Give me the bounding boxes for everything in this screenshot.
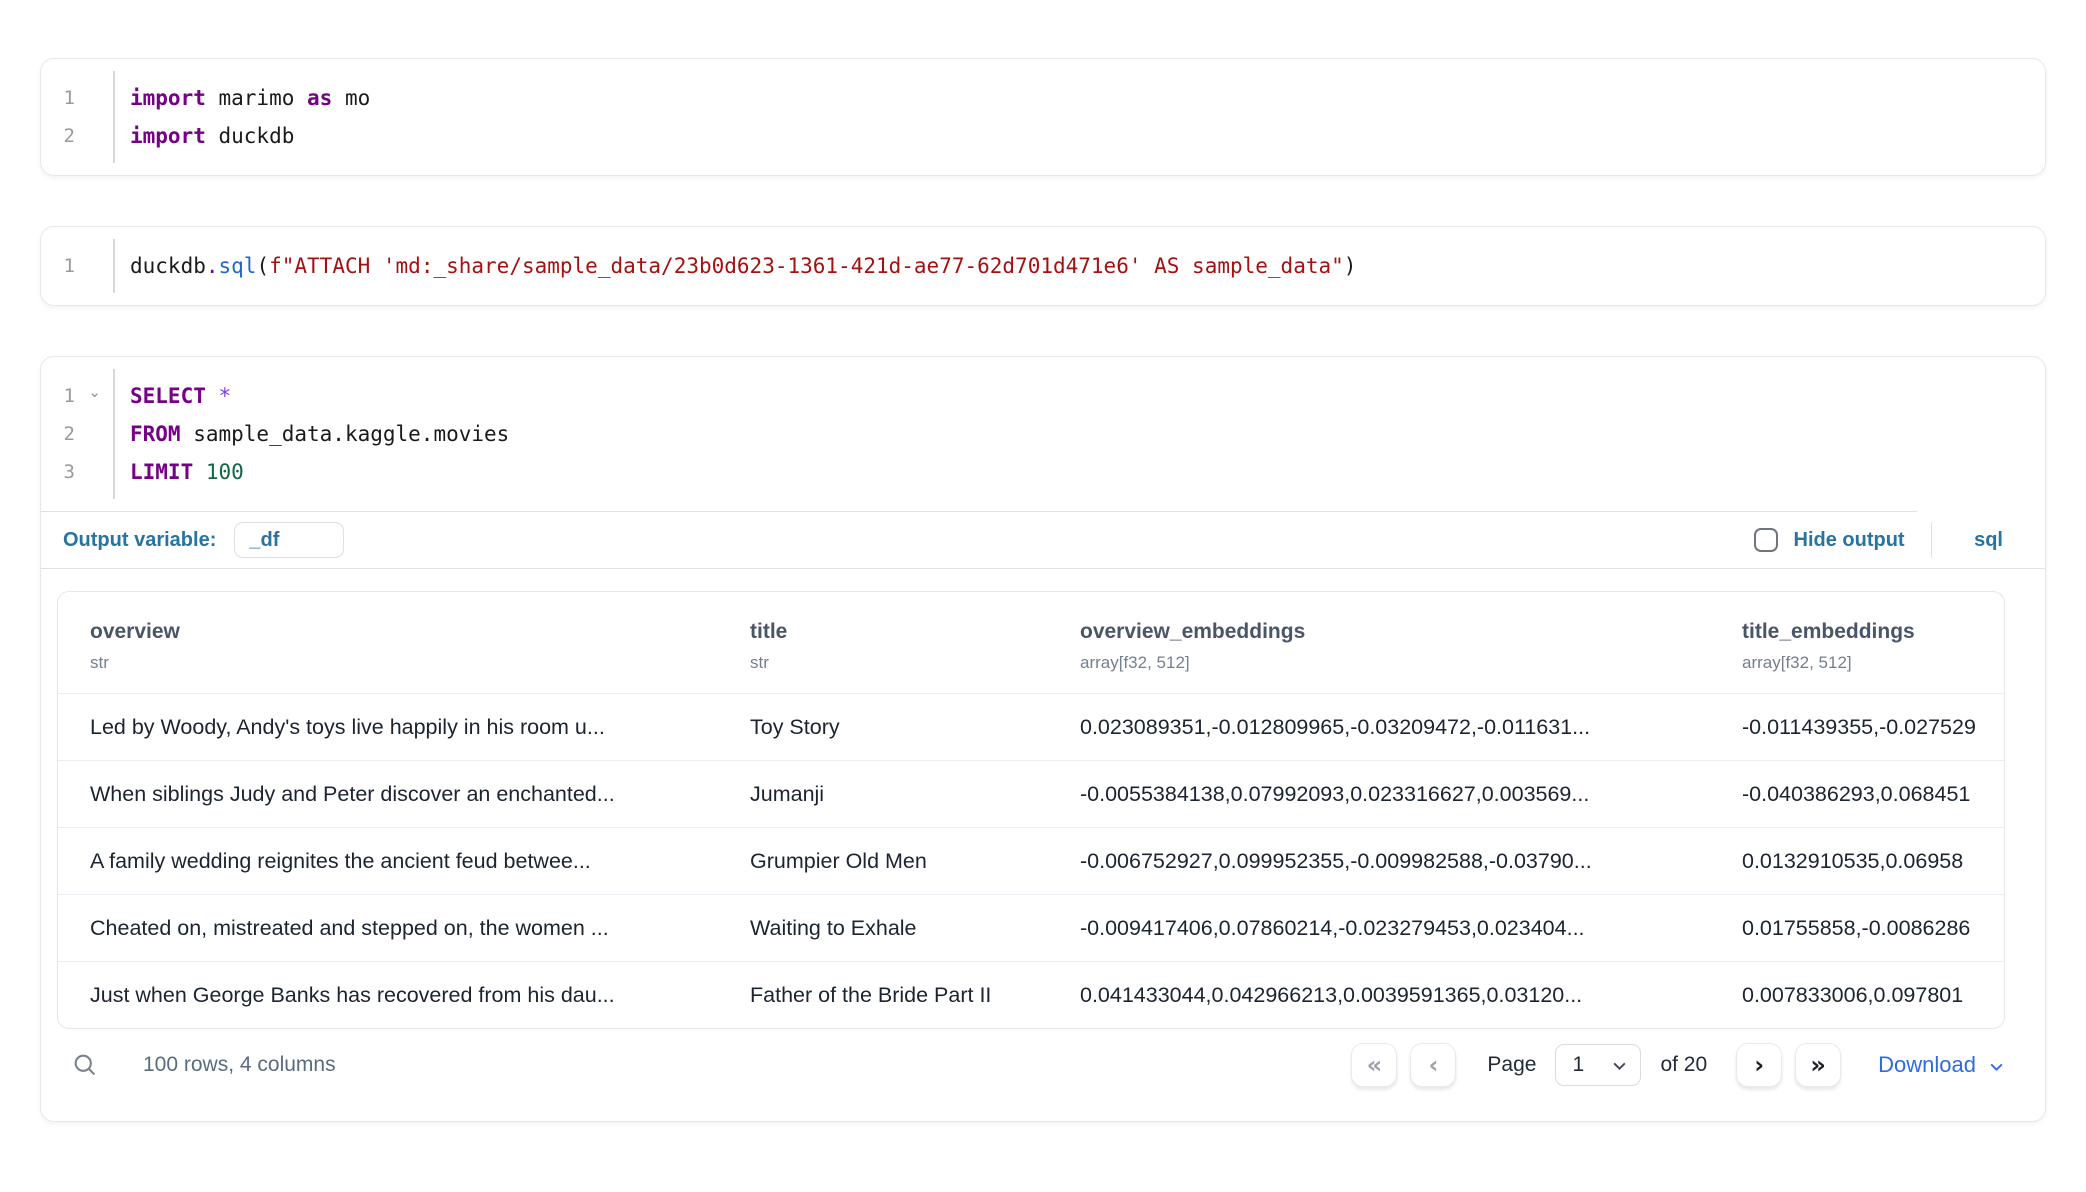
output-variable-label: Output variable: — [63, 529, 216, 552]
divider — [41, 568, 2045, 569]
table-cell: Led by Woody, Andy's toys live happily i… — [58, 694, 718, 760]
page-select[interactable]: 1 — [1555, 1044, 1641, 1086]
line-number: 1⌄ — [41, 377, 113, 415]
table-cell: Jumanji — [718, 761, 1048, 827]
prev-page-button[interactable]: ‹ — [1410, 1043, 1456, 1087]
line-number: 1 — [41, 247, 113, 285]
code-text: LIMIT 100 — [113, 453, 244, 491]
download-button[interactable]: Download — [1878, 1052, 2005, 1078]
table-cell: Just when George Banks has recovered fro… — [58, 962, 718, 1028]
chevron-down-icon — [1988, 1058, 2005, 1075]
first-page-button[interactable]: « — [1351, 1043, 1397, 1087]
language-badge[interactable]: sql — [1958, 529, 2019, 552]
code-text: SELECT * — [113, 377, 231, 415]
code-text: import marimo as mo — [113, 79, 370, 117]
table-row[interactable]: Just when George Banks has recovered fro… — [58, 961, 2004, 1028]
column-type: str — [750, 653, 1028, 673]
column-name: title_embeddings — [1742, 620, 1984, 644]
page-total: of 20 — [1660, 1053, 1707, 1077]
code-line[interactable]: 1duckdb.sql(f"ATTACH 'md:_share/sample_d… — [41, 247, 2021, 285]
code-text: FROM sample_data.kaggle.movies — [113, 415, 509, 453]
table-cell: A family wedding reignites the ancient f… — [58, 828, 718, 894]
code-line[interactable]: 1⌄SELECT * — [41, 377, 2021, 415]
table-cell: Cheated on, mistreated and stepped on, t… — [58, 895, 718, 961]
code-editor[interactable]: 1import marimo as mo2import duckdb — [41, 59, 2045, 175]
table-row[interactable]: Led by Woody, Andy's toys live happily i… — [58, 693, 2004, 760]
column-type: str — [90, 653, 698, 673]
search-icon[interactable] — [71, 1051, 99, 1079]
code-cell-imports: 1import marimo as mo2import duckdb — [40, 58, 2046, 176]
table-cell: 0.01755858,-0.0086286 — [1710, 895, 2004, 961]
line-number: 2 — [41, 117, 113, 155]
code-cell-attach: 1duckdb.sql(f"ATTACH 'md:_share/sample_d… — [40, 226, 2046, 306]
fold-chevron-icon[interactable]: ⌄ — [88, 374, 101, 412]
table-cell: Toy Story — [718, 694, 1048, 760]
table-cell: 0.007833006,0.097801 — [1710, 962, 2004, 1028]
code-line[interactable]: 2import duckdb — [41, 117, 2021, 155]
column-header-title[interactable]: title str — [718, 592, 1048, 693]
next-page-button[interactable]: › — [1736, 1043, 1782, 1087]
page-label: Page — [1487, 1053, 1536, 1077]
output-variable-input[interactable] — [234, 522, 344, 558]
column-header-title_embeddings[interactable]: title_embeddings array[f32, 512] — [1710, 592, 2004, 693]
code-editor[interactable]: 1duckdb.sql(f"ATTACH 'md:_share/sample_d… — [41, 227, 2045, 305]
column-type: array[f32, 512] — [1080, 653, 1690, 673]
table-cell: Father of the Bride Part II — [718, 962, 1048, 1028]
table-row[interactable]: A family wedding reignites the ancient f… — [58, 827, 2004, 894]
pagination: « ‹ Page 1 of 20 › » Download — [1351, 1043, 2005, 1087]
table-cell: Waiting to Exhale — [718, 895, 1048, 961]
table-cell: -0.040386293,0.068451 — [1710, 761, 2004, 827]
table-cell: -0.011439355,-0.027529 — [1710, 694, 2004, 760]
page-select-value: 1 — [1572, 1053, 1584, 1077]
row-count-summary: 100 rows, 4 columns — [143, 1053, 336, 1077]
hide-output-label: Hide output — [1794, 529, 1905, 552]
line-number: 3 — [41, 453, 113, 491]
column-type: array[f32, 512] — [1742, 653, 1984, 673]
code-editor[interactable]: 1⌄SELECT *2FROM sample_data.kaggle.movie… — [41, 357, 2045, 511]
hide-output-toggle[interactable]: Hide output — [1754, 528, 1905, 552]
table-row[interactable]: Cheated on, mistreated and stepped on, t… — [58, 894, 2004, 961]
chevron-down-icon — [1611, 1057, 1628, 1074]
last-page-button[interactable]: » — [1795, 1043, 1841, 1087]
column-header-overview[interactable]: overview str — [58, 592, 718, 693]
table-cell: -0.0055384138,0.07992093,0.023316627,0.0… — [1048, 761, 1710, 827]
line-number: 2 — [41, 415, 113, 453]
table-row[interactable]: When siblings Judy and Peter discover an… — [58, 760, 2004, 827]
table-cell: -0.009417406,0.07860214,-0.023279453,0.0… — [1048, 895, 1710, 961]
table-cell: -0.006752927,0.099952355,-0.009982588,-0… — [1048, 828, 1710, 894]
result-table: overview str title str overview_embeddingsar… — [57, 591, 2005, 1029]
code-line[interactable]: 3LIMIT 100 — [41, 453, 2021, 491]
divider — [1931, 522, 1933, 558]
output-toolbar: Output variable: Hide output sql — [41, 512, 2045, 568]
column-name: overview — [90, 620, 698, 644]
column-header-overview_embeddings[interactable]: overview_embeddings array[f32, 512] — [1048, 592, 1710, 693]
hide-output-checkbox[interactable] — [1754, 528, 1778, 552]
code-line[interactable]: 1import marimo as mo — [41, 79, 2021, 117]
code-line[interactable]: 2FROM sample_data.kaggle.movies — [41, 415, 2021, 453]
code-text: duckdb.sql(f"ATTACH 'md:_share/sample_da… — [113, 247, 1356, 285]
column-name: overview_embeddings — [1080, 620, 1690, 644]
table-header-row: overview str title str overview_embeddingsar… — [58, 592, 2004, 693]
table-cell: 0.023089351,-0.012809965,-0.03209472,-0.… — [1048, 694, 1710, 760]
table-cell: When siblings Judy and Peter discover an… — [58, 761, 718, 827]
code-text: import duckdb — [113, 117, 294, 155]
table-cell: 0.0132910535,0.06958 — [1710, 828, 2004, 894]
column-name: title — [750, 620, 1028, 644]
line-number: 1 — [41, 79, 113, 117]
table-footer: 100 rows, 4 columns « ‹ Page 1 of 20 › »… — [57, 1043, 2005, 1087]
table-cell: 0.041433044,0.042966213,0.0039591365,0.0… — [1048, 962, 1710, 1028]
sql-cell: 1⌄SELECT *2FROM sample_data.kaggle.movie… — [40, 356, 2046, 1122]
table-cell: Grumpier Old Men — [718, 828, 1048, 894]
download-label: Download — [1878, 1052, 1976, 1078]
